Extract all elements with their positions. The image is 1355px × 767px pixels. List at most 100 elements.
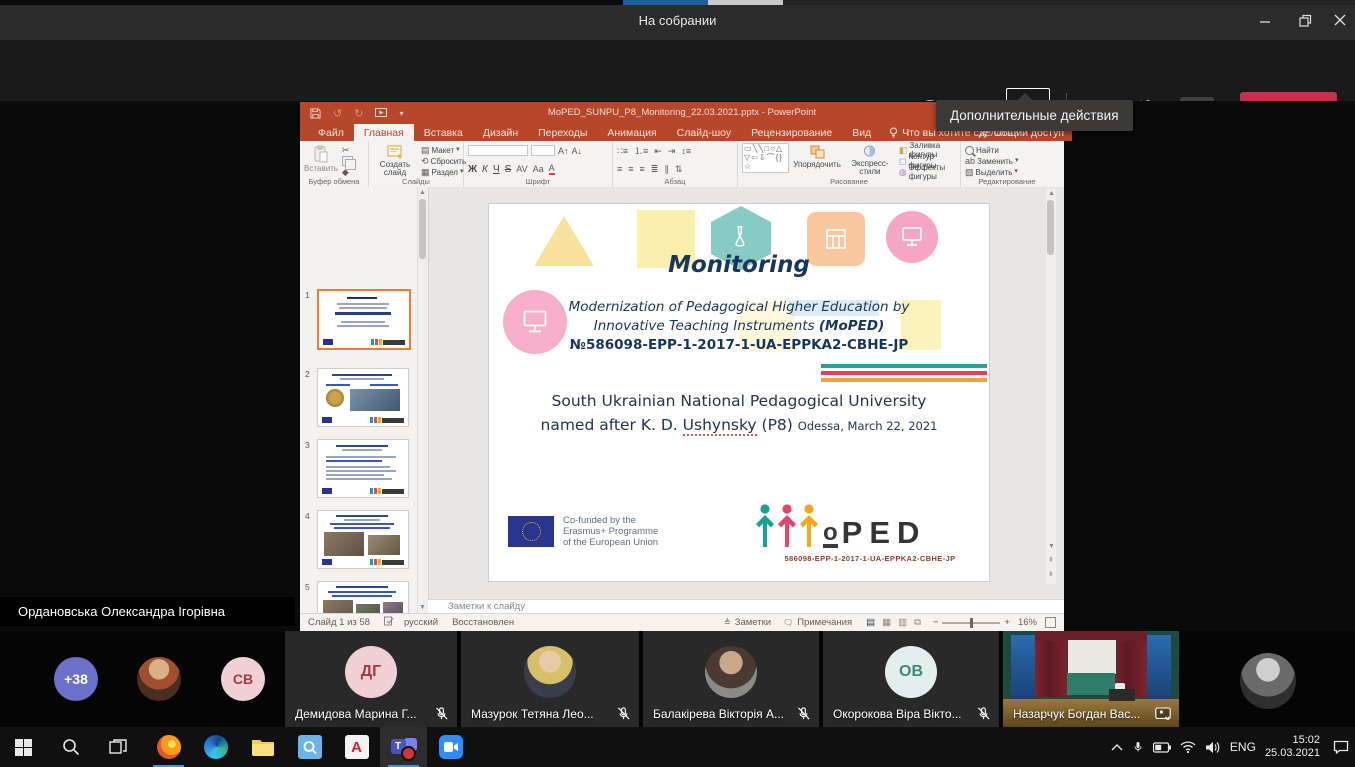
task-view-button[interactable] <box>94 727 141 767</box>
participant-avatar-photo-1[interactable] <box>137 657 181 701</box>
view-sorter-button[interactable]: ▦ <box>882 617 891 628</box>
tray-volume-icon[interactable] <box>1205 741 1221 754</box>
tray-battery-icon[interactable] <box>1153 742 1171 753</box>
italic-button[interactable]: К <box>482 164 488 175</box>
taskbar-file-explorer[interactable] <box>239 727 286 767</box>
view-slideshow-button[interactable]: ⧉ <box>914 617 921 628</box>
tab-slideshow[interactable]: Слайд-шоу <box>667 124 741 141</box>
thumb-scroll-down-icon[interactable]: ▼ <box>419 604 426 611</box>
font-size-combo[interactable] <box>531 145 555 156</box>
tab-animations[interactable]: Анимация <box>597 124 666 141</box>
text-direction-icon[interactable]: ⇅ <box>675 164 683 174</box>
thumbnail-scrollbar[interactable]: ▲ ▼ <box>417 187 428 613</box>
numbering-icon[interactable]: ⒈≡ <box>634 146 648 156</box>
overflow-participants-badge[interactable]: +38 <box>54 657 98 701</box>
change-case-icon[interactable]: Aa <box>533 164 544 174</box>
justify-icon[interactable]: ≣ <box>651 164 659 174</box>
taskbar-firefox[interactable] <box>145 727 192 767</box>
section-button[interactable]: ▦Раздел▾ <box>421 167 466 177</box>
status-restored[interactable]: Восстановлен <box>452 617 514 628</box>
columns-icon[interactable]: ∥ <box>664 164 669 174</box>
thumb-scroll-up-icon[interactable]: ▲ <box>419 189 426 196</box>
find-button[interactable]: Найти <box>965 145 1018 155</box>
taskbar-search-button[interactable] <box>47 727 94 767</box>
tray-wifi-icon[interactable] <box>1180 741 1196 753</box>
tab-home[interactable]: Главная <box>354 124 414 141</box>
taskbar-edge[interactable] <box>192 727 239 767</box>
participant-tile-okorokova[interactable]: ОВ Окорокова Віра Вікто... <box>823 631 999 727</box>
arrange-button[interactable]: Упорядочить <box>793 143 841 177</box>
tab-insert[interactable]: Вставка <box>414 124 473 141</box>
zoom-slider-thumb[interactable] <box>970 618 973 628</box>
restore-button[interactable] <box>1288 6 1322 34</box>
slide-thumbnail-5[interactable] <box>317 581 409 613</box>
align-right-icon[interactable]: ≡ <box>640 164 645 174</box>
tab-view[interactable]: Вид <box>842 124 881 141</box>
copy-icon[interactable] <box>342 156 353 166</box>
tab-design[interactable]: Дизайн <box>473 124 528 141</box>
notes-pane[interactable]: Заметки к слайду <box>428 599 1064 613</box>
slide-canvas[interactable]: Monitoring Modernization of Pedagogical … <box>489 204 989 581</box>
bold-button[interactable]: Ж <box>468 164 477 175</box>
select-button[interactable]: ▧Выделить▾ <box>965 167 1018 177</box>
slide-thumbnail-3[interactable] <box>317 439 409 498</box>
font-name-combo[interactable] <box>468 145 528 156</box>
tray-chevron-icon[interactable] <box>1111 743 1123 751</box>
grow-font-icon[interactable]: A↑ <box>558 146 569 156</box>
participant-tile-mazurok[interactable]: Мазурок Тетяна Лео... <box>461 631 639 727</box>
participant-initials-sv[interactable]: СВ <box>221 657 265 701</box>
layout-button[interactable]: ▤Макет▾ <box>421 145 466 155</box>
zoom-in-button[interactable]: + <box>1004 617 1010 628</box>
taskbar-abbyy[interactable] <box>286 727 333 767</box>
strikethrough-button[interactable]: S <box>505 164 512 175</box>
char-spacing-icon[interactable]: AV <box>516 164 527 174</box>
slide-scroll-up-icon[interactable]: ▲ <box>1048 190 1055 197</box>
paste-button[interactable]: Вставить <box>304 143 338 177</box>
tray-language[interactable]: ENG <box>1230 740 1256 754</box>
slide-scrollbar[interactable]: ▲ ▼ ⇞ ⇟ <box>1046 189 1056 584</box>
shapes-gallery[interactable]: ▭╲╲□○△▽⇦⇩⌒{}☆ <box>742 143 789 173</box>
align-center-icon[interactable]: ≡ <box>628 164 633 174</box>
participant-tile-nazarchuk-video[interactable]: Назарчук Богдан Вас... <box>1003 631 1179 727</box>
shrink-font-icon[interactable]: A↓ <box>572 146 583 156</box>
zoom-level[interactable]: 16% <box>1018 617 1037 628</box>
slide-thumbnail-1[interactable] <box>317 289 411 350</box>
fit-to-window-button[interactable] <box>1045 617 1056 628</box>
minimize-button[interactable] <box>1248 6 1282 34</box>
view-normal-button[interactable]: ▤ <box>866 617 875 628</box>
shape-effects-button[interactable]: ◍Эффекты фигуры <box>899 167 956 177</box>
line-spacing-icon[interactable]: ↕≡ <box>681 146 691 156</box>
start-button[interactable] <box>0 727 47 767</box>
thumb-scroll-thumb[interactable] <box>419 199 426 259</box>
spellcheck-icon[interactable] <box>384 616 394 629</box>
replace-button[interactable]: abЗаменить▾ <box>965 156 1018 166</box>
taskbar-teams[interactable]: T <box>380 727 427 767</box>
tray-clock[interactable]: 15:02 25.03.2021 <box>1265 734 1320 760</box>
slide-thumbnail-2[interactable] <box>317 368 409 427</box>
taskbar-acrobat[interactable]: A <box>333 727 380 767</box>
quick-styles-button[interactable]: Экспресс-стили <box>845 143 895 177</box>
slide-scroll-thumb[interactable] <box>1047 200 1054 255</box>
participant-avatar-photo-4[interactable] <box>1240 653 1296 709</box>
cut-icon[interactable]: ✂ <box>342 145 353 155</box>
reset-button[interactable]: ⟲Сбросить <box>421 156 466 166</box>
zoom-slider[interactable] <box>942 622 1000 624</box>
next-slide-button[interactable]: ⇟ <box>1048 570 1054 578</box>
tab-review[interactable]: Рецензирование <box>741 124 842 141</box>
action-center-icon[interactable] <box>1333 740 1349 754</box>
participant-tile-demydova[interactable]: ДГ Демидова Марина Г... <box>285 631 457 727</box>
status-notes-button[interactable]: ≜Заметки <box>724 617 771 628</box>
close-button[interactable] <box>1323 6 1355 34</box>
slide-scroll-down-icon[interactable]: ▼ <box>1048 543 1055 550</box>
underline-button[interactable]: Ч <box>493 164 500 175</box>
tab-transitions[interactable]: Переходы <box>528 124 597 141</box>
align-left-icon[interactable]: ≡ <box>617 164 622 174</box>
zoom-out-button[interactable]: − <box>933 617 939 628</box>
new-slide-button[interactable]: Создать слайд <box>373 143 417 177</box>
indent-less-icon[interactable]: ⇤ <box>654 146 662 156</box>
indent-more-icon[interactable]: ⇥ <box>668 146 676 156</box>
tab-file[interactable]: Файл <box>308 124 354 141</box>
slide-thumbnail-4[interactable] <box>317 510 409 569</box>
status-comments-button[interactable]: 🗨Примечания <box>783 617 852 628</box>
tray-mic-icon[interactable] <box>1132 739 1144 755</box>
